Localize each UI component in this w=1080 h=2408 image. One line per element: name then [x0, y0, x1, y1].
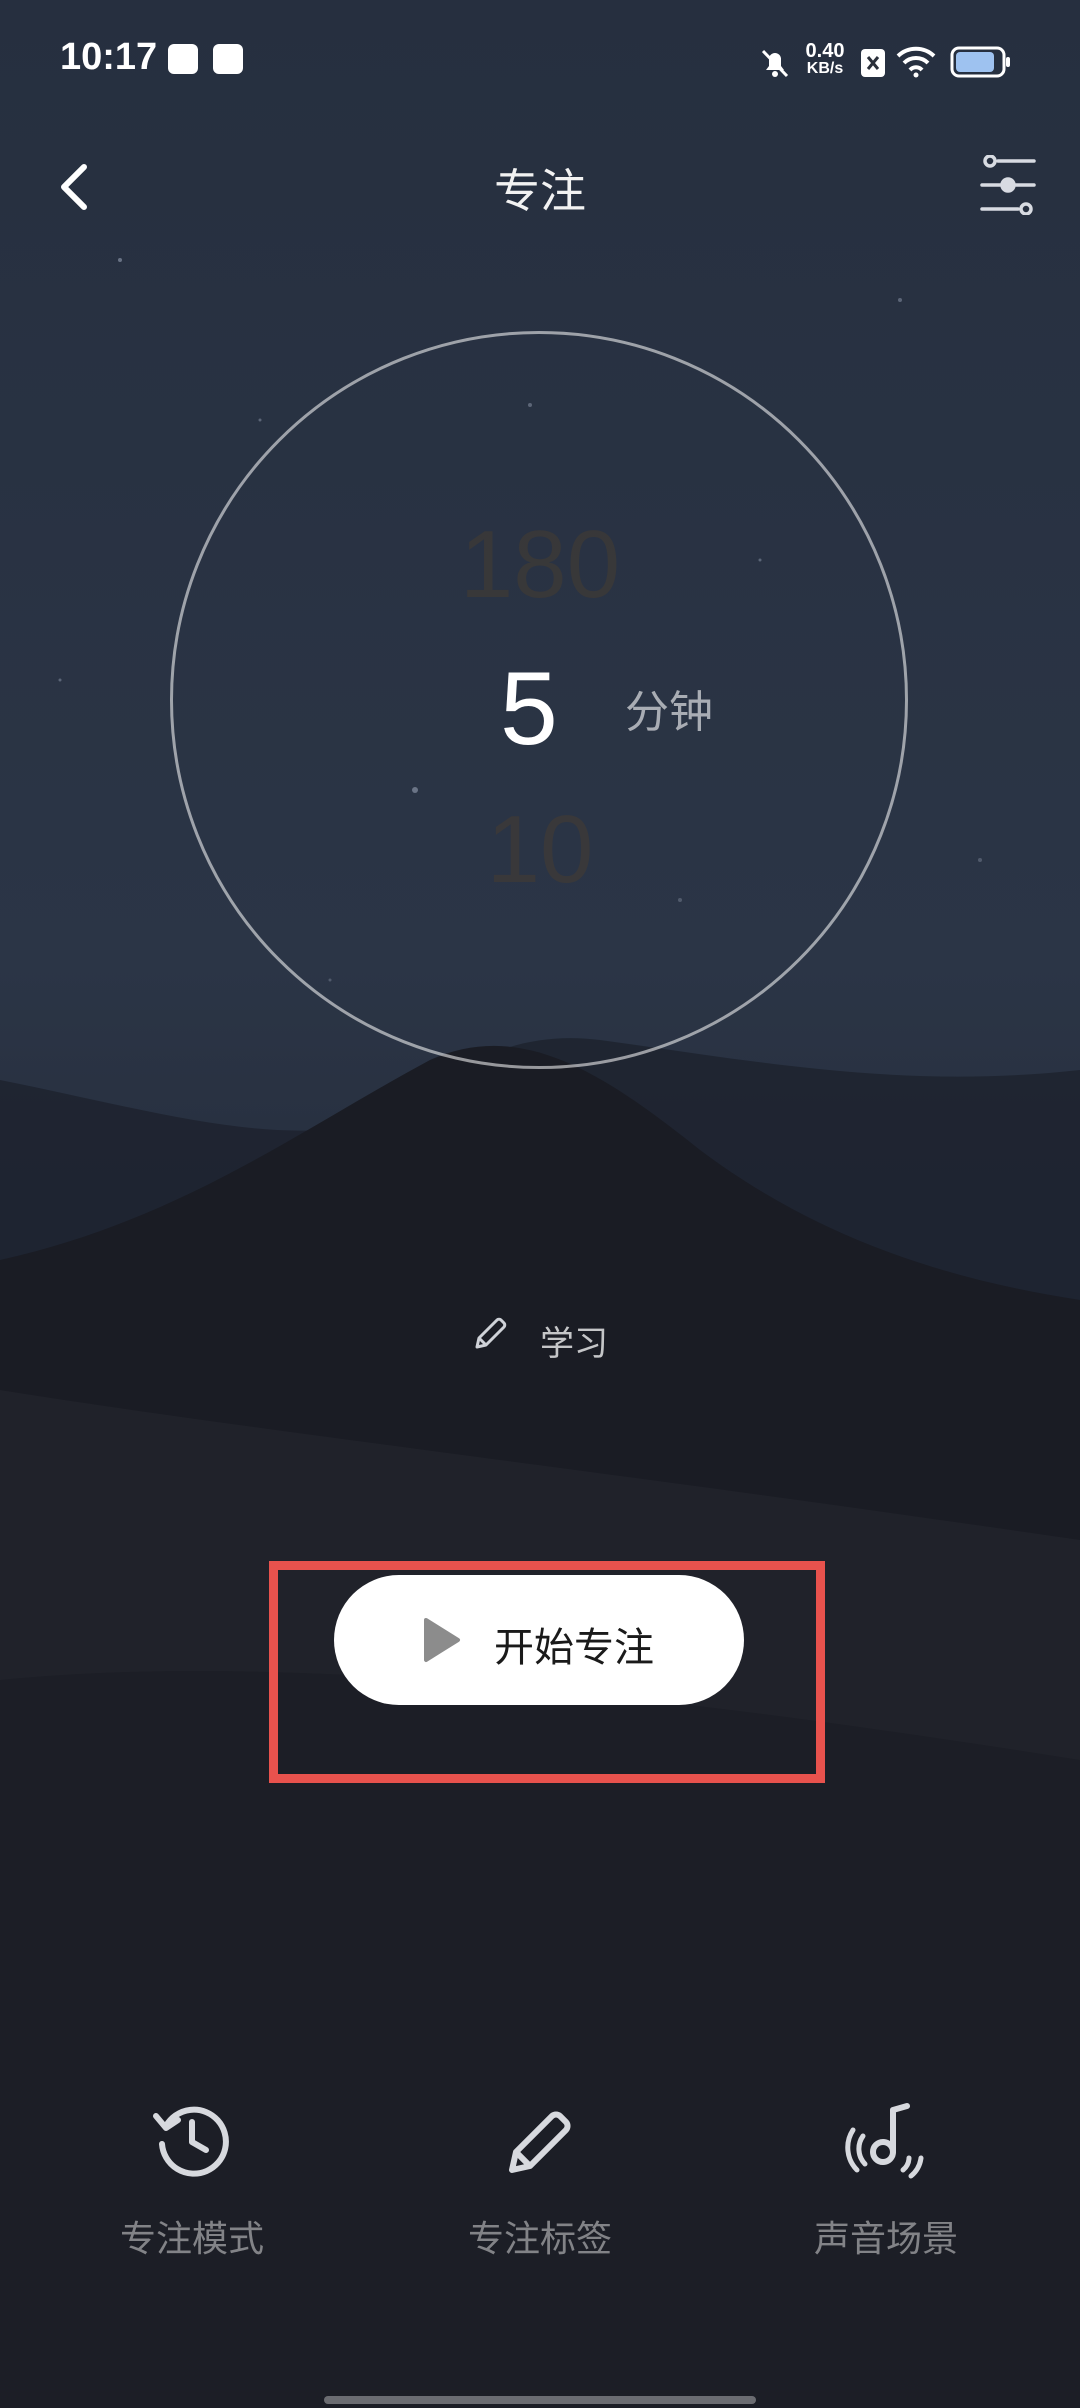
focus-mode-label: 专注模式 — [119, 2219, 264, 2260]
notification-app-icon — [213, 44, 243, 74]
network-speed: 0.40 KB/s — [805, 40, 845, 77]
picker-selected-value[interactable]: 5 — [500, 650, 558, 769]
status-time: 10:17 — [60, 36, 158, 78]
focus-mode-button[interactable]: 专注模式 — [62, 2100, 322, 2262]
focus-tag-button[interactable]: 专注标签 — [410, 2100, 670, 2262]
picker-option-above[interactable]: 180 — [0, 510, 1080, 620]
wifi-icon — [896, 46, 936, 78]
sliders-icon — [980, 155, 1036, 215]
start-focus-label: 开始专注 — [494, 1625, 654, 1671]
tag-label: 学习 — [540, 1324, 608, 1364]
battery-icon — [950, 46, 1010, 78]
sound-scene-button[interactable]: 声音场景 — [756, 2100, 1016, 2262]
music-note-icon — [845, 2103, 924, 2179]
pencil-icon — [475, 1317, 507, 1349]
sim-off-icon — [861, 49, 885, 77]
focus-tag-label: 专注标签 — [467, 2219, 612, 2260]
home-indicator[interactable] — [324, 2396, 756, 2404]
picker-unit-label: 分钟 — [625, 687, 713, 738]
history-clock-icon — [153, 2106, 229, 2177]
play-icon — [424, 1618, 460, 1662]
page-title: 专注 — [494, 164, 586, 218]
settings-button[interactable] — [980, 155, 1036, 215]
notification-app-icon — [168, 44, 198, 74]
picker-option-below[interactable]: 10 — [0, 795, 1080, 905]
sound-scene-label: 声音场景 — [813, 2219, 958, 2260]
start-focus-button[interactable]: 开始专注 — [334, 1575, 744, 1705]
status-bar: 10:17 0.40 KB/s — [0, 0, 1080, 110]
mute-bell-icon — [761, 49, 789, 78]
pencil-icon — [509, 2111, 571, 2173]
